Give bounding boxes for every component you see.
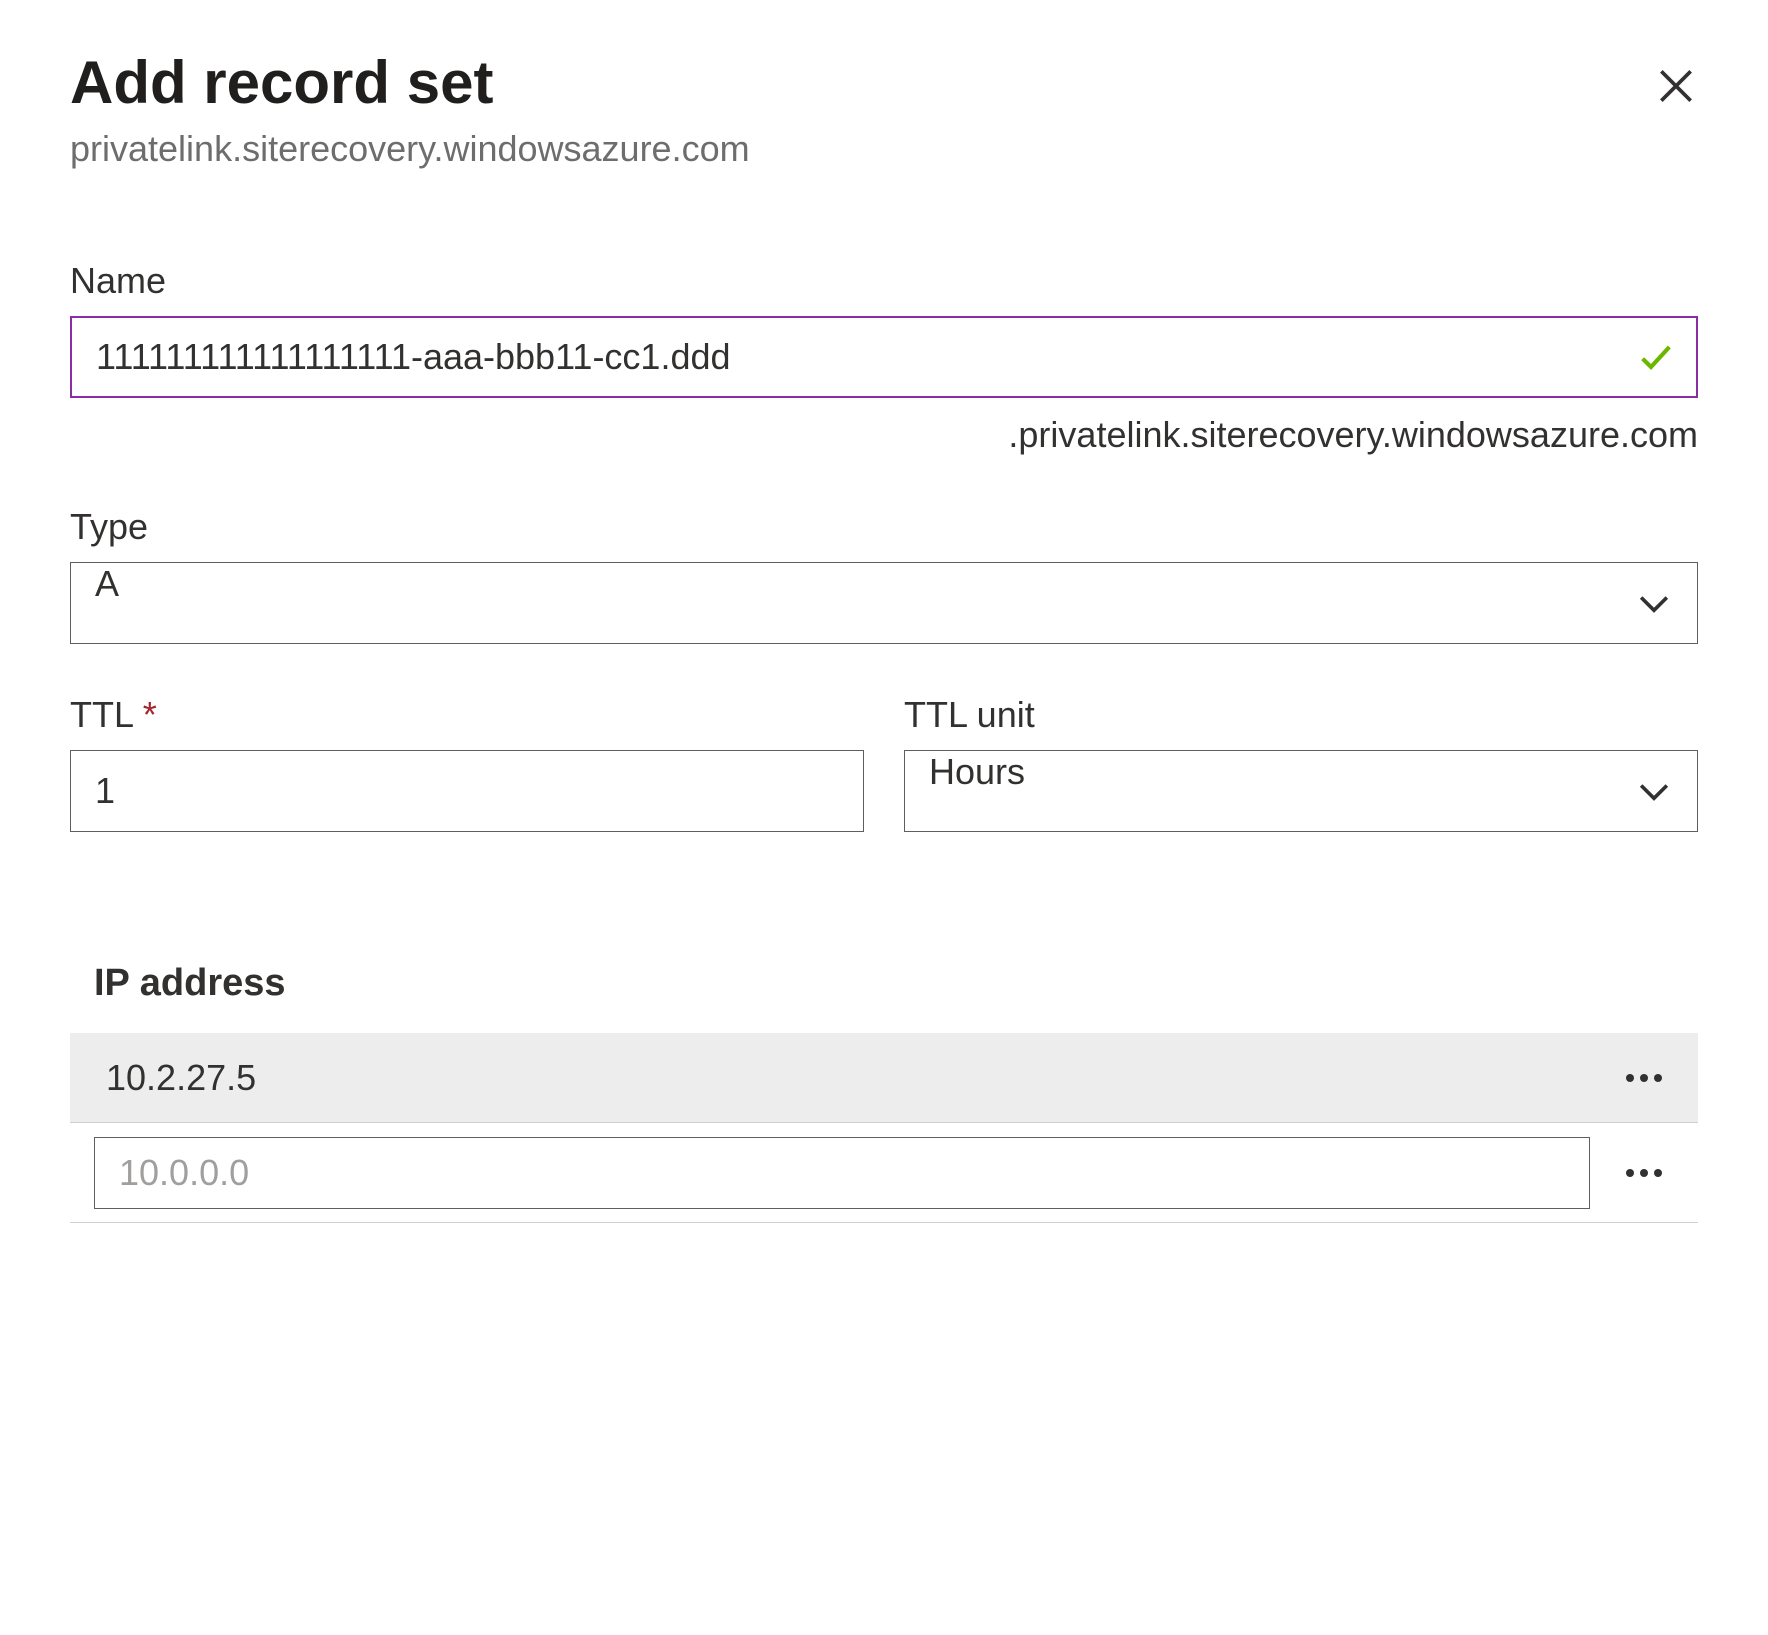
ip-input[interactable] (94, 1137, 1590, 1209)
ttl-unit-select[interactable]: Hours (904, 750, 1698, 832)
ip-row-new (70, 1123, 1698, 1223)
more-icon[interactable] (1614, 1157, 1674, 1189)
more-icon[interactable] (1614, 1062, 1674, 1094)
ip-address-section-label: IP address (94, 962, 1698, 1005)
name-input[interactable] (70, 316, 1698, 398)
page-subtitle: privatelink.siterecovery.windowsazure.co… (70, 128, 1698, 170)
ip-value: 10.2.27.5 (106, 1057, 1614, 1099)
page-title: Add record set (70, 50, 493, 116)
close-icon[interactable] (1654, 64, 1698, 108)
checkmark-icon (1636, 337, 1676, 377)
type-select[interactable]: A (70, 562, 1698, 644)
ip-row[interactable]: 10.2.27.5 (70, 1033, 1698, 1123)
ttl-input[interactable] (70, 750, 864, 832)
name-suffix: .privatelink.siterecovery.windowsazure.c… (70, 414, 1698, 456)
ttl-label: TTL * (70, 694, 864, 736)
ttl-unit-label: TTL unit (904, 694, 1698, 736)
type-label: Type (70, 506, 1698, 548)
required-asterisk: * (143, 694, 157, 735)
name-label: Name (70, 260, 1698, 302)
